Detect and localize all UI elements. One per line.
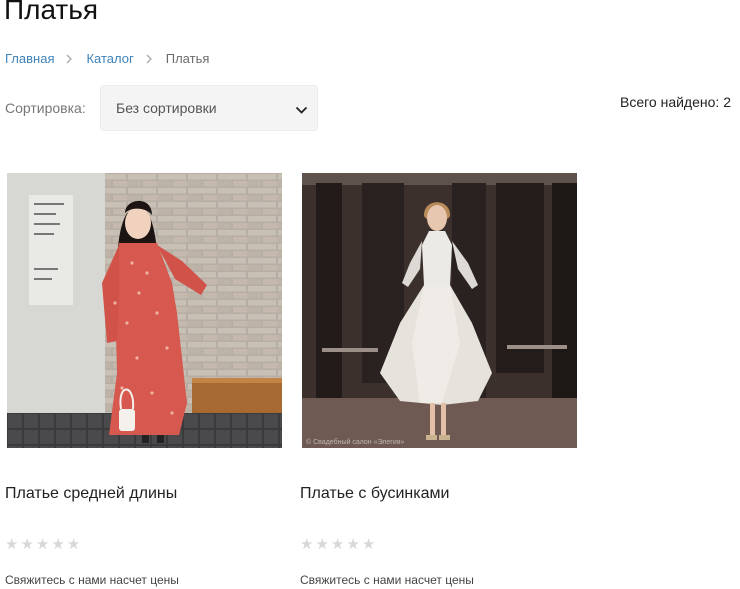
star-icon: ★ bbox=[66, 536, 81, 553]
results-total: Всего найдено: 2 bbox=[620, 94, 731, 110]
breadcrumb-link-catalog[interactable]: Каталог bbox=[86, 51, 133, 66]
breadcrumb-current: Платья bbox=[165, 51, 210, 66]
star-icon: ★ bbox=[330, 536, 345, 553]
product-title[interactable]: Платье с бусинками bbox=[300, 485, 449, 503]
image-watermark: © Свадебный салон «Элегия» bbox=[306, 439, 405, 446]
price-note: Свяжитесь с нами насчет цены bbox=[300, 573, 474, 587]
star-icon: ★ bbox=[300, 536, 314, 553]
star-icon: ★ bbox=[20, 536, 34, 553]
breadcrumb: Главная Каталог Платья bbox=[5, 51, 209, 66]
star-icon: ★ bbox=[5, 536, 19, 553]
results-total-count: 2 bbox=[723, 94, 731, 110]
chevron-right-icon bbox=[66, 54, 73, 64]
price-note: Свяжитесь с нами насчет цены bbox=[5, 573, 179, 587]
page-title: Платья bbox=[4, 0, 98, 25]
sort-dropdown[interactable]: Без сортировки bbox=[100, 85, 318, 131]
breadcrumb-link-home[interactable]: Главная bbox=[5, 51, 54, 66]
results-total-label: Всего найдено: bbox=[620, 94, 720, 110]
sort-selected-value: Без сортировки bbox=[116, 100, 217, 116]
rating-stars[interactable]: ★ ★ ★ ★ ★ bbox=[300, 537, 375, 553]
star-icon: ★ bbox=[51, 536, 65, 553]
star-icon: ★ bbox=[35, 536, 50, 553]
chevron-down-icon bbox=[295, 102, 308, 120]
product-title[interactable]: Платье средней длины bbox=[5, 485, 177, 503]
rating-stars[interactable]: ★ ★ ★ ★ ★ bbox=[5, 537, 80, 553]
product-image-red-floral-dress[interactable] bbox=[7, 173, 282, 448]
star-icon: ★ bbox=[315, 536, 329, 553]
chevron-right-icon bbox=[146, 54, 153, 64]
sort-label: Сортировка: bbox=[5, 100, 86, 116]
product-image-white-beaded-dress[interactable]: © Свадебный салон «Элегия» bbox=[302, 173, 577, 448]
star-icon: ★ bbox=[361, 536, 376, 553]
star-icon: ★ bbox=[346, 536, 360, 553]
